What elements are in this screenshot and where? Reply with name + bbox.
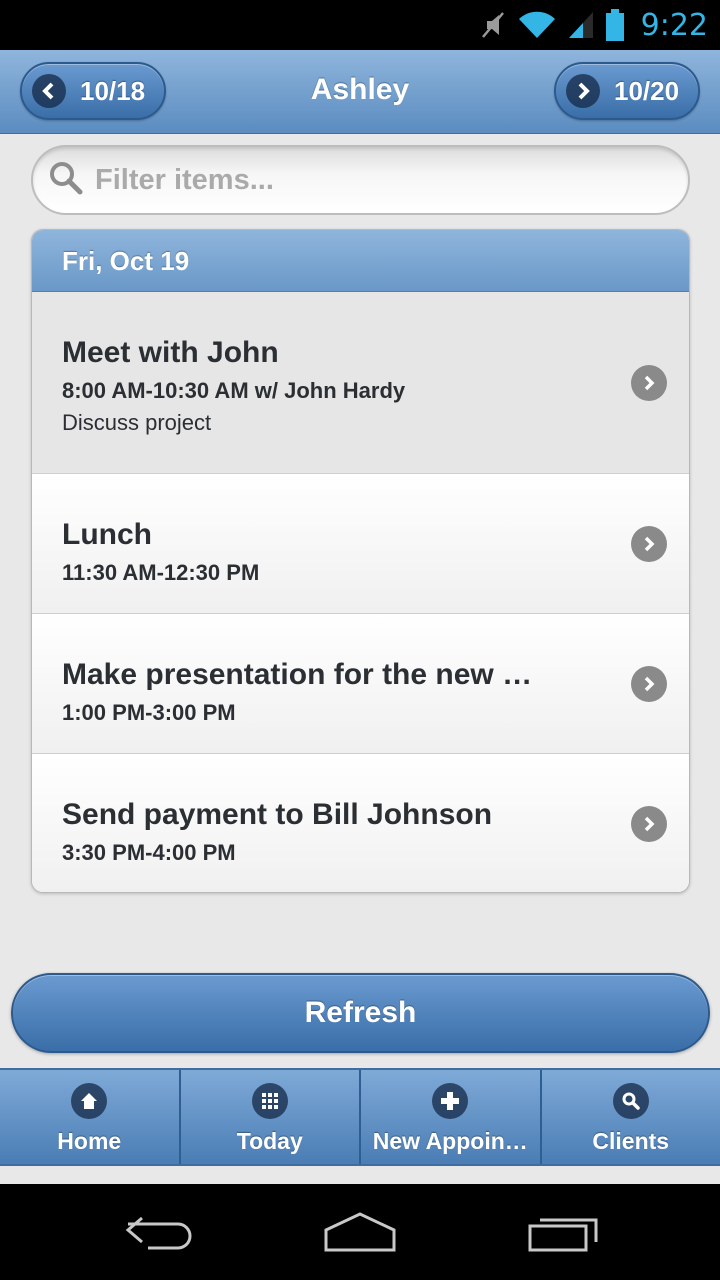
home-nav-icon[interactable] xyxy=(322,1210,398,1259)
home-icon xyxy=(71,1083,108,1119)
header-bar: 10/18 Ashley 10/20 xyxy=(0,50,720,134)
search-input[interactable] xyxy=(95,163,655,197)
chevron-left-icon xyxy=(32,74,66,108)
status-icons: 9:22 xyxy=(479,0,708,50)
search-icon xyxy=(49,161,83,200)
next-day-button[interactable]: 10/20 xyxy=(554,62,700,120)
footer-navbar: Home Today New Appoin… Clients xyxy=(0,1068,720,1166)
muted-icon xyxy=(479,10,507,40)
item-title: Meet with John xyxy=(62,336,279,369)
item-time: 8:00 AM-10:30 AM w/ John Hardy xyxy=(62,378,406,403)
chevron-right-icon xyxy=(631,665,667,702)
next-day-label: 10/20 xyxy=(614,75,680,106)
tab-label: New Appoin… xyxy=(372,1128,528,1154)
status-bar: 9:22 xyxy=(0,0,720,50)
chevron-right-icon xyxy=(631,364,667,401)
list-divider-date: Fri, Oct 19 xyxy=(32,230,689,292)
appointment-list: Fri, Oct 19 Meet with John 8:00 AM-10:30… xyxy=(31,229,690,893)
recent-apps-icon[interactable] xyxy=(526,1210,600,1259)
list-item[interactable]: Meet with John 8:00 AM-10:30 AM w/ John … xyxy=(32,292,689,474)
item-title: Lunch xyxy=(62,518,152,551)
plus-icon xyxy=(432,1083,469,1119)
back-icon[interactable] xyxy=(124,1210,196,1259)
tab-label: Home xyxy=(57,1128,122,1154)
chevron-right-icon xyxy=(631,806,667,842)
grid-icon xyxy=(251,1083,288,1119)
system-nav-bar xyxy=(0,1184,720,1280)
list-item[interactable]: Lunch 11:30 AM-12:30 PM xyxy=(32,474,689,614)
item-description: Discuss project xyxy=(62,410,212,435)
list-item[interactable]: Make presentation for the new … 1:00 PM-… xyxy=(32,614,689,754)
signal-icon xyxy=(567,10,595,40)
prev-day-label: 10/18 xyxy=(80,75,146,106)
tab-label: Clients xyxy=(592,1128,670,1154)
page-title: Ashley xyxy=(310,73,410,106)
tab-clients[interactable]: Clients xyxy=(542,1070,720,1164)
app-screen: 10/18 Ashley 10/20 Fri, Oct 19 Meet with… xyxy=(0,50,720,1184)
chevron-right-icon xyxy=(631,525,667,562)
refresh-button[interactable]: Refresh xyxy=(11,973,710,1053)
tab-new-appointment[interactable]: New Appoin… xyxy=(361,1070,542,1164)
tab-home[interactable]: Home xyxy=(0,1070,181,1164)
tab-label: Today xyxy=(236,1128,303,1154)
item-time: 11:30 AM-12:30 PM xyxy=(62,560,260,585)
item-time: 1:00 PM-3:00 PM xyxy=(62,700,236,725)
battery-icon xyxy=(605,9,625,41)
tab-today[interactable]: Today xyxy=(181,1070,361,1164)
chevron-right-icon xyxy=(566,74,600,108)
item-title: Make presentation for the new … xyxy=(62,658,533,691)
prev-day-button[interactable]: 10/18 xyxy=(20,62,166,120)
search-bar[interactable] xyxy=(31,145,690,215)
status-time: 9:22 xyxy=(640,7,708,43)
search-icon xyxy=(612,1083,649,1119)
wifi-icon xyxy=(517,10,557,40)
list-item[interactable]: Send payment to Bill Johnson 3:30 PM-4:0… xyxy=(32,754,689,892)
item-title: Send payment to Bill Johnson xyxy=(62,798,493,831)
item-time: 3:30 PM-4:00 PM xyxy=(62,840,236,865)
